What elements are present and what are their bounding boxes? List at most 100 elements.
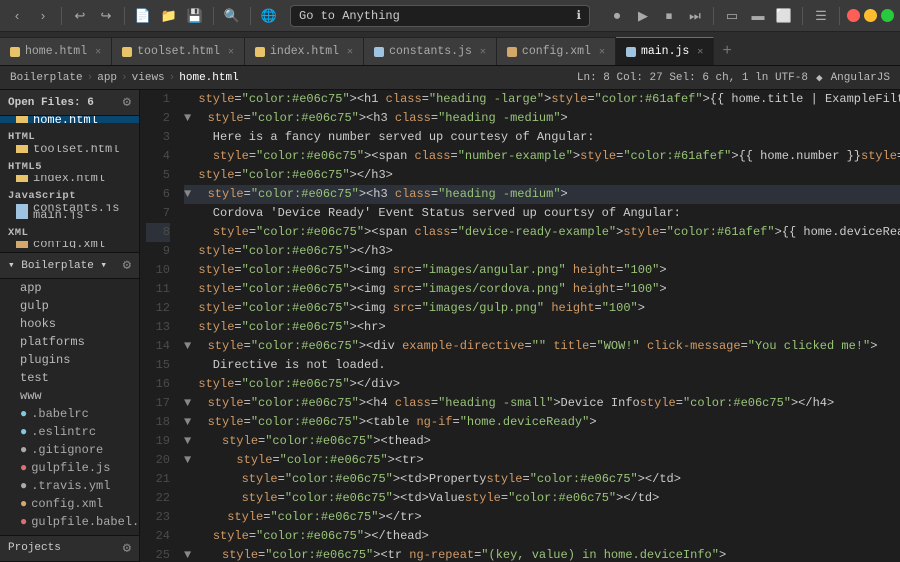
file-travis[interactable]: ●.travis.yml bbox=[0, 477, 139, 495]
sidebar-item-home[interactable]: home.html bbox=[0, 116, 139, 123]
file-gitignore[interactable]: ●.gitignore bbox=[0, 441, 139, 459]
goto-search[interactable]: ℹ bbox=[290, 5, 590, 27]
code-line-15: style="color:#e06c75"><img src="images/g… bbox=[184, 299, 900, 318]
xml-file-icon bbox=[16, 241, 28, 248]
find-button[interactable]: 🔍 bbox=[221, 5, 243, 27]
separator-3 bbox=[213, 7, 214, 25]
tab-main[interactable]: main.js ✕ bbox=[616, 37, 714, 65]
tab-constants-close[interactable]: ✕ bbox=[480, 46, 486, 58]
file-gulpfile-babel[interactable]: ●gulpfile.babel.js bbox=[0, 513, 139, 531]
file-gulpfile[interactable]: ●gulpfile.js bbox=[0, 459, 139, 477]
editor-content[interactable]: 1234567891011121314151617181920212223242… bbox=[140, 90, 900, 562]
boilerplate-settings-icon[interactable]: ⚙ bbox=[123, 257, 131, 274]
code-line-27: style="color:#e06c75"><td>Propertystyle=… bbox=[184, 470, 900, 489]
code-line-9: Cordova 'Device Ready' Event Status serv… bbox=[184, 204, 900, 223]
js-file-icon1 bbox=[16, 204, 28, 211]
babelrc-icon: ● bbox=[20, 407, 27, 421]
collapse-arrow[interactable]: ▼ bbox=[184, 453, 191, 467]
folder-test[interactable]: test bbox=[0, 369, 139, 387]
boilerplate-label: ▾ Boilerplate ▾ bbox=[8, 258, 107, 272]
back-button[interactable]: ‹ bbox=[6, 5, 28, 27]
open-files-settings-icon[interactable]: ⚙ bbox=[123, 94, 131, 111]
code-line-19: Directive is not loaded. bbox=[184, 356, 900, 375]
collapse-arrow[interactable]: ▼ bbox=[184, 396, 191, 410]
sidebar-file-home-label: home.html bbox=[33, 116, 98, 123]
js-file-icon2 bbox=[16, 211, 28, 218]
play-btn[interactable]: ▶ bbox=[632, 5, 654, 27]
tab-toolset[interactable]: toolset.html ✕ bbox=[112, 37, 245, 65]
sidebar: Open Files: 6 ⚙ home.html HTML toolset.h… bbox=[0, 90, 140, 562]
tab-config[interactable]: config.xml ✕ bbox=[497, 37, 616, 65]
folder-gulp[interactable]: gulp bbox=[0, 297, 139, 315]
save-button[interactable]: 💾 bbox=[184, 5, 206, 27]
code-line-5: style="color:#e06c75"><span class="numbe… bbox=[184, 147, 900, 166]
tab-constants[interactable]: constants.js ✕ bbox=[364, 37, 497, 65]
sidebar-file-constants-label: constants.js bbox=[33, 204, 119, 211]
code-area[interactable]: style="color:#e06c75"><h1 class="heading… bbox=[176, 90, 900, 562]
config-xml-icon: ● bbox=[20, 497, 27, 511]
sidebar-item-toolset[interactable]: toolset.html bbox=[0, 145, 139, 152]
code-line-3: ▼ style="color:#e06c75"><h3 class="headi… bbox=[184, 109, 900, 128]
stop-btn[interactable]: ⏹ bbox=[658, 5, 680, 27]
code-line-26: ▼ style="color:#e06c75"><tr> bbox=[184, 451, 900, 470]
breadcrumb-boilerplate[interactable]: Boilerplate bbox=[10, 72, 83, 84]
traffic-light-yellow bbox=[864, 9, 877, 22]
collapse-arrow[interactable]: ▼ bbox=[184, 434, 191, 448]
tab-config-label: config.xml bbox=[522, 45, 591, 58]
redo-button[interactable]: ↪ bbox=[95, 5, 117, 27]
traffic-light-red bbox=[847, 9, 860, 22]
step-btn[interactable]: ⏭ bbox=[684, 5, 706, 27]
breadcrumb-views[interactable]: views bbox=[132, 72, 165, 84]
folder-www[interactable]: www bbox=[0, 387, 139, 405]
undo-button[interactable]: ↩ bbox=[69, 5, 91, 27]
tab-index-label: index.html bbox=[270, 45, 339, 58]
sidebar-item-main[interactable]: main.js bbox=[0, 211, 139, 218]
tab-add-button[interactable]: + bbox=[714, 37, 740, 65]
tab-index-close[interactable]: ✕ bbox=[347, 46, 353, 58]
goto-input[interactable] bbox=[299, 9, 570, 23]
file-eslintrc[interactable]: ●.eslintrc bbox=[0, 423, 139, 441]
tab-toolset-close[interactable]: ✕ bbox=[228, 46, 234, 58]
folder-plugins[interactable]: plugins bbox=[0, 351, 139, 369]
code-line-33: ▼ style="color:#e06c75"><tr ng-repeat="(… bbox=[184, 546, 900, 562]
collapse-arrow[interactable]: ▼ bbox=[184, 415, 191, 429]
sidebar-file-toolset-label: toolset.html bbox=[33, 145, 119, 152]
browser-button[interactable]: 🌐 bbox=[258, 5, 280, 27]
line-numbers: 1234567891011121314151617181920212223242… bbox=[140, 90, 176, 562]
collapse-arrow[interactable]: ▼ bbox=[184, 111, 191, 125]
code-line-31: style="color:#e06c75"></thead> bbox=[184, 527, 900, 546]
projects-settings-icon[interactable]: ⚙ bbox=[123, 540, 131, 557]
collapse-arrow[interactable]: ▼ bbox=[184, 339, 191, 353]
sidebar-item-index[interactable]: index.html bbox=[0, 175, 139, 182]
breadcrumb-sep1: › bbox=[87, 72, 94, 84]
folder-button[interactable]: 📁 bbox=[158, 5, 180, 27]
tab-index[interactable]: index.html ✕ bbox=[245, 37, 364, 65]
folder-platforms[interactable]: platforms bbox=[0, 333, 139, 351]
tab-config-close[interactable]: ✕ bbox=[599, 46, 605, 58]
tab-main-icon bbox=[626, 47, 636, 57]
file-babelrc[interactable]: ●.babelrc bbox=[0, 405, 139, 423]
file-config-xml[interactable]: ●config.xml bbox=[0, 495, 139, 513]
layout-btn1[interactable]: ▭ bbox=[721, 5, 743, 27]
breadcrumb-file[interactable]: home.html bbox=[179, 72, 238, 84]
code-line-14: style="color:#e06c75"><img src="images/c… bbox=[184, 280, 900, 299]
collapse-arrow[interactable]: ▼ bbox=[184, 187, 191, 201]
sidebar-item-config[interactable]: config.xml bbox=[0, 241, 139, 248]
tab-main-close[interactable]: ✕ bbox=[697, 46, 703, 58]
breadcrumb-app[interactable]: app bbox=[97, 72, 117, 84]
folder-app[interactable]: app bbox=[0, 279, 139, 297]
file-button[interactable]: 📄 bbox=[132, 5, 154, 27]
menu-btn[interactable]: ☰ bbox=[810, 5, 832, 27]
tab-home[interactable]: home.html ✕ bbox=[0, 37, 112, 65]
record-btn[interactable]: ⏺ bbox=[606, 5, 628, 27]
layout-btn2[interactable]: ▬ bbox=[747, 5, 769, 27]
tab-home-close[interactable]: ✕ bbox=[95, 46, 101, 58]
layout-btn3[interactable]: ⬜ bbox=[773, 5, 795, 27]
forward-button[interactable]: › bbox=[32, 5, 54, 27]
separator-4 bbox=[250, 7, 251, 25]
folder-hooks[interactable]: hooks bbox=[0, 315, 139, 333]
sidebar-file-main-label: main.js bbox=[33, 211, 83, 218]
sidebar-item-constants[interactable]: constants.js bbox=[0, 204, 139, 211]
collapse-arrow[interactable]: ▼ bbox=[184, 548, 191, 562]
eslintrc-icon: ● bbox=[20, 425, 27, 439]
